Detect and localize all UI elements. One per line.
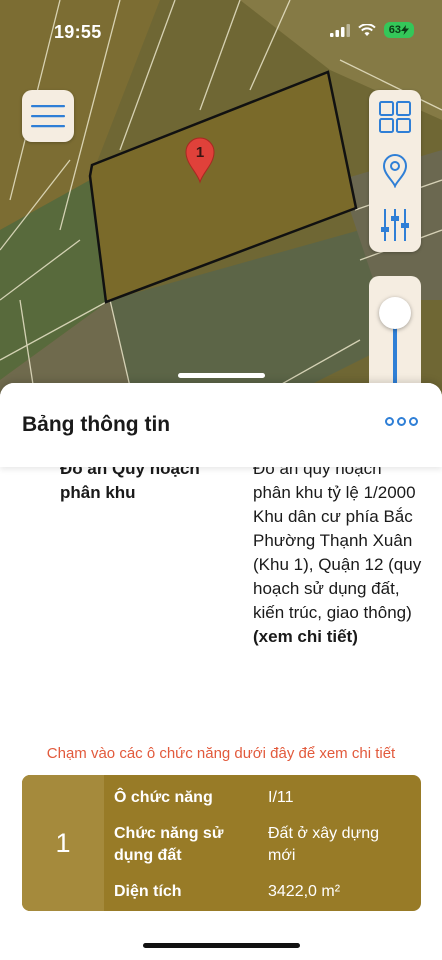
filter-button[interactable] [369,198,421,252]
card-value: I/11 [268,789,294,806]
menu-button[interactable] [22,90,74,142]
more-icon-dot [385,417,394,426]
status-bar: 19:55 63 [0,0,442,56]
more-button[interactable] [385,417,418,426]
more-icon-dot [409,417,418,426]
view-detail-link[interactable]: (xem chi tiết) [253,625,423,649]
layers-button[interactable] [369,90,421,144]
locate-button[interactable] [369,144,421,198]
status-time: 19:55 [54,22,102,42]
more-icon-dot [397,417,406,426]
card-key: Diện tích [114,883,182,900]
svg-text:1: 1 [196,144,204,161]
detail-value-text: Đồ án quy hoạch phân khu tỷ lệ 1/2000 Kh… [253,459,422,622]
sliders-icon [381,209,409,241]
battery-level: 63 [388,24,401,36]
wifi-icon [358,23,376,36]
card-value: Đất ở xây dựng mới [268,825,380,864]
card-number: 1 [22,775,104,911]
card-value: 3422,0 m² [268,883,341,900]
card-key: Ô chức năng [114,789,213,806]
status-icons: 63 [329,22,414,38]
info-sheet: Đồ án Quy hoạch phân khu Đồ án quy hoạch… [0,383,442,960]
hint-text: Chạm vào các ô chức năng dưới đây để xem… [46,745,396,762]
battery-icon: 63 [383,22,414,38]
sheet-header: Bảng thông tin [0,383,442,467]
detail-value: Đồ án quy hoạch phân khu tỷ lệ 1/2000 Kh… [253,457,423,649]
slider-knob[interactable] [379,297,411,329]
card-key: Chức năng sử dụng đất [114,825,224,864]
map-tools [369,90,421,252]
grid-icon [379,101,411,133]
home-indicator [143,943,300,948]
charging-bolt-icon [401,25,409,35]
location-pin-icon [382,154,408,188]
signal-icon [329,23,350,37]
menu-icon [31,105,65,128]
sheet-title: Bảng thông tin [22,413,171,436]
function-cell-card[interactable]: 1 Ô chức năng I/11 Chức năng sử dụng đất… [22,775,421,911]
sheet-grabber[interactable] [178,373,265,378]
